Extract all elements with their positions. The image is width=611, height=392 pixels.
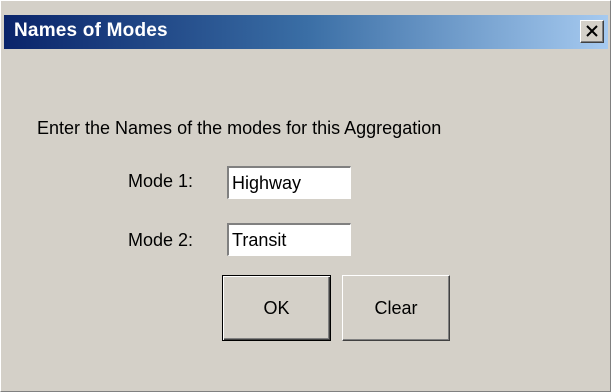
clear-button[interactable]: Clear (342, 275, 450, 341)
mode-2-label: Mode 2: (128, 230, 194, 250)
clear-button-label: Clear (374, 297, 418, 318)
ok-button[interactable]: OK (222, 275, 331, 341)
close-x-icon (586, 25, 598, 37)
mode-2-input[interactable] (227, 223, 351, 256)
instruction-text: Enter the Names of the modes for this Ag… (37, 118, 442, 138)
dialog-title: Names of Modes (14, 20, 168, 41)
close-button[interactable] (580, 20, 604, 43)
mode-1-input[interactable] (227, 166, 351, 199)
ok-button-label: OK (263, 297, 290, 318)
mode-1-label: Mode 1: (128, 171, 194, 191)
names-of-modes-dialog: Names of Modes Enter the Names of the mo… (0, 0, 611, 392)
title-bar[interactable]: Names of Modes (4, 15, 608, 49)
